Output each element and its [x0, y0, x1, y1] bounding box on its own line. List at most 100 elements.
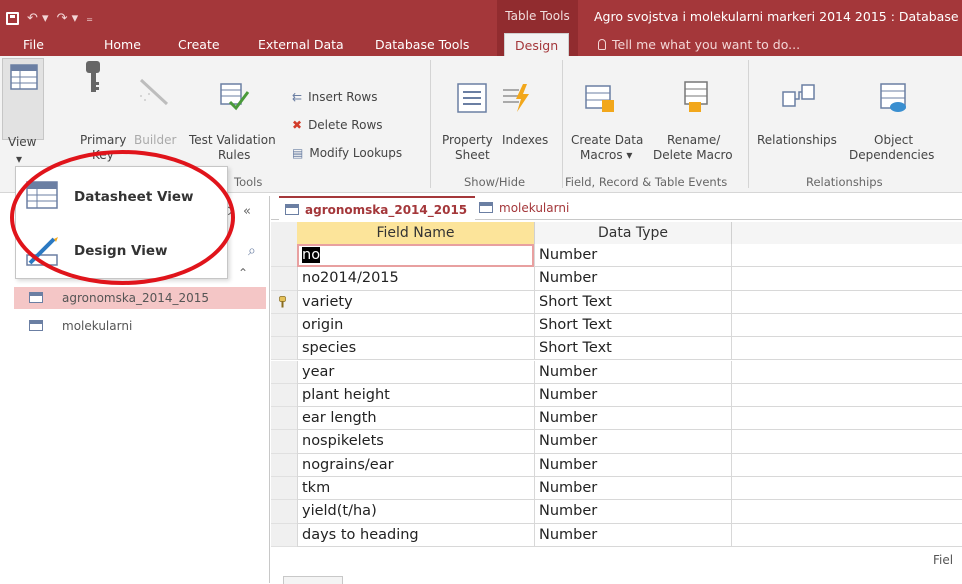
- field-name-cell[interactable]: variety: [297, 290, 534, 314]
- table-row[interactable]: days to heading Number: [271, 523, 962, 547]
- description-cell[interactable]: [731, 244, 962, 268]
- save-icon[interactable]: [6, 11, 19, 25]
- nav-item-agronomska[interactable]: agronomska_2014_2015: [14, 287, 266, 309]
- table-row[interactable]: plant height Number: [271, 383, 962, 408]
- table-row[interactable]: yield(t/ha) Number: [271, 500, 962, 524]
- data-type-cell[interactable]: Number: [534, 383, 731, 408]
- view-button[interactable]: View: [2, 58, 44, 149]
- description-cell[interactable]: [731, 290, 962, 314]
- test-validation-button[interactable]: Test Validation: [189, 133, 276, 148]
- nav-item-molekularni[interactable]: molekularni: [14, 315, 266, 337]
- data-type-cell[interactable]: Short Text: [534, 290, 731, 314]
- row-selector[interactable]: [271, 477, 297, 501]
- data-type-cell[interactable]: Number: [534, 523, 731, 547]
- tab-agronomska[interactable]: agronomska_2014_2015: [279, 196, 476, 220]
- data-type-cell[interactable]: Short Text: [534, 337, 731, 361]
- primary-key-button[interactable]: Primary: [80, 133, 126, 148]
- nav-search-icon[interactable]: ⌕: [248, 243, 256, 259]
- row-selector[interactable]: [271, 313, 297, 338]
- field-name-cell[interactable]: tkm: [297, 477, 534, 501]
- tab-home[interactable]: Home: [104, 33, 141, 56]
- rename-delete-macro-label-2: Delete Macro: [653, 148, 733, 162]
- data-type-cell[interactable]: Number: [534, 244, 731, 268]
- tab-database-tools[interactable]: Database Tools: [375, 33, 469, 56]
- field-name-cell[interactable]: species: [297, 337, 534, 361]
- shutter-bar-close-icon[interactable]: «: [243, 204, 251, 219]
- data-type-cell[interactable]: Number: [534, 453, 731, 477]
- redo-icon[interactable]: ↷ ▾: [57, 11, 79, 26]
- description-cell[interactable]: [731, 430, 962, 454]
- table-row[interactable]: species Short Text: [271, 337, 962, 361]
- description-cell[interactable]: [731, 360, 962, 384]
- insert-rows-button[interactable]: ⇇ Insert Rows: [292, 90, 378, 105]
- field-name-cell[interactable]: origin: [297, 313, 534, 338]
- row-selector[interactable]: [271, 430, 297, 454]
- table-row[interactable]: no2014/2015 Number: [271, 267, 962, 291]
- data-type-cell[interactable]: Number: [534, 407, 731, 431]
- field-name-cell[interactable]: days to heading: [297, 523, 534, 547]
- data-type-cell[interactable]: Number: [534, 360, 731, 384]
- description-cell[interactable]: [731, 407, 962, 431]
- table-row[interactable]: origin Short Text: [271, 313, 962, 338]
- row-selector[interactable]: [271, 383, 297, 408]
- row-selector[interactable]: [271, 407, 297, 431]
- tab-design[interactable]: Design: [504, 33, 570, 56]
- tab-external-data[interactable]: External Data: [258, 33, 344, 56]
- description-cell[interactable]: [731, 383, 962, 408]
- rename-delete-macro-button[interactable]: Rename/: [667, 133, 720, 148]
- nav-group-collapse-icon[interactable]: ⌃: [238, 266, 248, 280]
- data-type-cell[interactable]: Number: [534, 267, 731, 291]
- table-row[interactable]: nograins/ear Number: [271, 453, 962, 477]
- row-selector[interactable]: [271, 500, 297, 524]
- table-row[interactable]: tkm Number: [271, 477, 962, 501]
- description-cell[interactable]: [731, 337, 962, 361]
- table-row[interactable]: variety Short Text: [271, 290, 962, 314]
- data-type-cell[interactable]: Number: [534, 430, 731, 454]
- indexes-button[interactable]: Indexes: [502, 133, 548, 148]
- undo-icon[interactable]: ↶ ▾: [27, 11, 49, 26]
- tab-create[interactable]: Create: [178, 33, 220, 56]
- field-name-text: year: [302, 363, 335, 380]
- builder-button[interactable]: Builder: [134, 133, 176, 148]
- table-row[interactable]: no Number: [271, 244, 962, 268]
- row-selector[interactable]: [271, 453, 297, 477]
- table-row[interactable]: nospikelets Number: [271, 430, 962, 454]
- row-selector[interactable]: [271, 360, 297, 384]
- data-type-cell[interactable]: Number: [534, 500, 731, 524]
- relationships-button[interactable]: Relationships: [757, 133, 837, 148]
- row-selector[interactable]: [271, 337, 297, 361]
- table-row[interactable]: ear length Number: [271, 407, 962, 431]
- description-cell[interactable]: [731, 477, 962, 501]
- data-type-cell[interactable]: Number: [534, 477, 731, 501]
- create-data-macros-button[interactable]: Create Data: [571, 133, 643, 148]
- field-name-cell[interactable]: ear length: [297, 407, 534, 431]
- field-name-cell[interactable]: nospikelets: [297, 430, 534, 454]
- customize-qat-icon[interactable]: ₌: [86, 11, 93, 26]
- modify-lookups-button[interactable]: ▤ Modify Lookups: [292, 146, 402, 161]
- tab-molekularni[interactable]: molekularni: [473, 196, 577, 220]
- description-cell[interactable]: [731, 267, 962, 291]
- field-name-cell[interactable]: year: [297, 360, 534, 384]
- description-cell[interactable]: [731, 523, 962, 547]
- field-name-cell[interactable]: nograins/ear: [297, 453, 534, 477]
- field-name-cell[interactable]: plant height: [297, 383, 534, 408]
- tab-file[interactable]: File: [23, 33, 44, 56]
- view-dropdown-arrow[interactable]: ▾: [16, 152, 22, 167]
- row-selector[interactable]: [271, 523, 297, 547]
- field-name-cell[interactable]: yield(t/ha): [297, 500, 534, 524]
- object-dependencies-button[interactable]: Object: [874, 133, 913, 148]
- property-sheet-button[interactable]: Property: [442, 133, 493, 148]
- description-cell[interactable]: [731, 453, 962, 477]
- row-selector[interactable]: [271, 244, 297, 268]
- description-cell[interactable]: [731, 500, 962, 524]
- table-row[interactable]: year Number: [271, 360, 962, 384]
- select-all-corner[interactable]: [271, 222, 297, 244]
- row-selector[interactable]: [271, 267, 297, 291]
- tell-me-search[interactable]: Tell me what you want to do...: [598, 33, 800, 56]
- row-selector[interactable]: [271, 290, 297, 314]
- description-cell[interactable]: [731, 313, 962, 338]
- field-name-cell[interactable]: no2014/2015: [297, 267, 534, 291]
- field-name-cell[interactable]: no: [297, 244, 534, 268]
- data-type-cell[interactable]: Short Text: [534, 313, 731, 338]
- delete-rows-button[interactable]: ✖ Delete Rows: [292, 118, 383, 133]
